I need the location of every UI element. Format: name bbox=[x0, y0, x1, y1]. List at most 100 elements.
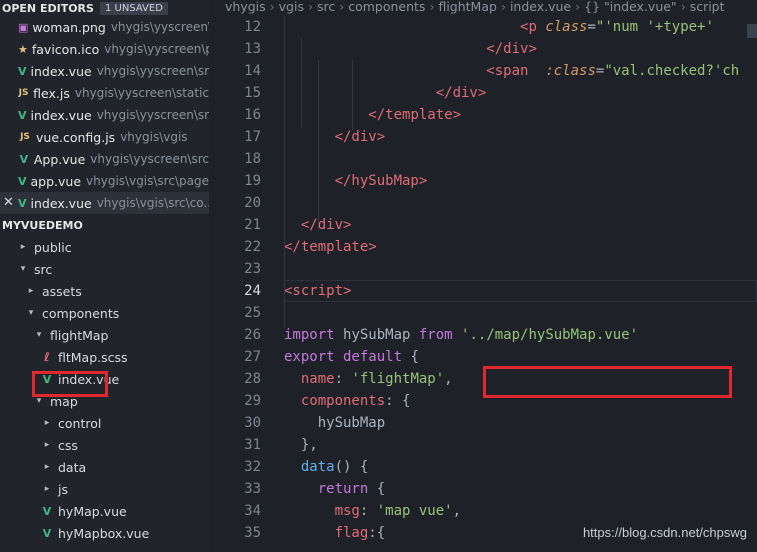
code-token: () { bbox=[334, 459, 369, 475]
code-line[interactable] bbox=[284, 258, 757, 280]
project-header[interactable]: MYVUEDEMO bbox=[0, 214, 209, 236]
line-number: 35 bbox=[244, 525, 261, 541]
tree-file[interactable]: ℓ fltMap.scss bbox=[0, 346, 209, 368]
line-number: 28 bbox=[244, 371, 261, 387]
line-number: 27 bbox=[244, 349, 261, 365]
open-editor-item[interactable]: ▣woman.png vhygis\yyscreen\... bbox=[0, 16, 209, 38]
vue-icon: V bbox=[18, 174, 27, 188]
open-editor-item[interactable]: Vindex.vue vhygis\yyscreen\src... bbox=[0, 60, 209, 82]
breadcrumb-item[interactable]: vhygis bbox=[225, 0, 266, 14]
open-editor-item[interactable]: V App.vue vhygis\yyscreen\src bbox=[0, 148, 209, 170]
code-line[interactable]: </template> bbox=[284, 236, 757, 258]
code-token: :class bbox=[545, 63, 596, 79]
code-token: flag bbox=[334, 525, 369, 541]
code-line[interactable]: </hySubMap> bbox=[284, 170, 757, 192]
chevron-right-icon[interactable]: ▸ bbox=[26, 286, 36, 296]
code-token: data bbox=[300, 459, 335, 475]
chevron-right-icon[interactable]: ▸ bbox=[42, 440, 52, 450]
chevron-right-icon[interactable]: ▸ bbox=[18, 242, 28, 252]
chevron-down-icon[interactable]: ▾ bbox=[34, 330, 44, 340]
breadcrumb-item[interactable]: src bbox=[317, 0, 335, 14]
chevron-right-icon[interactable]: ▸ bbox=[42, 484, 52, 494]
code-area[interactable]: <p class="'num '+type+' </div> <span :cl… bbox=[284, 16, 757, 544]
code-line[interactable]: <p class="'num '+type+' bbox=[284, 16, 757, 38]
code-line[interactable]: import hySubMap from '../map/hySubMap.vu… bbox=[284, 324, 757, 346]
code-line[interactable]: export default { bbox=[284, 346, 757, 368]
code-line[interactable]: msg: 'map vue', bbox=[284, 500, 757, 522]
open-editor-item[interactable]: ✕ Vindex.vue vhygis\vgis\src\co... bbox=[0, 192, 209, 214]
tree-folder[interactable]: ▸ control bbox=[0, 412, 209, 434]
breadcrumb-separator: › bbox=[680, 0, 686, 14]
code-line[interactable]: </div> bbox=[284, 38, 757, 60]
code-line[interactable]: </template> bbox=[284, 104, 757, 126]
code-line[interactable]: data() { bbox=[284, 456, 757, 478]
code-line[interactable] bbox=[284, 192, 757, 214]
tree-folder[interactable]: ▾ map bbox=[0, 390, 209, 412]
code-editor[interactable]: vhygis › vgis › src › components › flightMap › ind… bbox=[209, 0, 757, 552]
code-line[interactable]: <span :class="val.checked?'ch bbox=[284, 60, 757, 82]
open-editors-list: ▣woman.png vhygis\yyscreen\... ★favicon.ic… bbox=[0, 16, 209, 214]
chevron-right-icon[interactable]: ▸ bbox=[42, 462, 52, 472]
vue-icon: V bbox=[18, 64, 27, 78]
code-line[interactable]: <script> bbox=[284, 280, 757, 302]
breadcrumb-item[interactable]: flightMap bbox=[438, 0, 496, 14]
tree-folder[interactable]: ▸ assets bbox=[0, 280, 209, 302]
tree-item-label: assets bbox=[42, 283, 82, 299]
tree-folder[interactable]: ▾ components bbox=[0, 302, 209, 324]
chevron-down-icon[interactable]: ▾ bbox=[18, 264, 28, 274]
scrollbar-marker[interactable] bbox=[747, 24, 757, 38]
code-line[interactable] bbox=[284, 148, 757, 170]
open-editors-header[interactable]: OPEN EDITORS 1 UNSAVED bbox=[0, 0, 209, 16]
chevron-down-icon[interactable]: ▾ bbox=[26, 308, 36, 318]
tree-folder[interactable]: ▾ flightMap bbox=[0, 324, 209, 346]
breadcrumb-item[interactable]: script bbox=[690, 0, 725, 14]
open-editor-filename: flex.js bbox=[33, 85, 70, 101]
breadcrumb: vhygis › vgis › src › components › flightMap › ind… bbox=[209, 0, 757, 16]
line-number: 15 bbox=[244, 85, 261, 101]
code-token: components bbox=[300, 393, 386, 409]
close-icon[interactable]: ✕ bbox=[3, 195, 14, 210]
tree-folder[interactable]: ▸ data bbox=[0, 456, 209, 478]
tree-file[interactable]: VhyMapbox.vue bbox=[0, 522, 209, 544]
open-editor-item[interactable]: Vapp.vue vhygis\vgis\src\page... bbox=[0, 170, 209, 192]
tree-folder[interactable]: ▸ js bbox=[0, 478, 209, 500]
line-number: 18 bbox=[244, 151, 261, 167]
code-line[interactable]: </div> bbox=[284, 82, 757, 104]
code-token: </div> bbox=[334, 129, 386, 145]
tree-item-label: control bbox=[58, 415, 102, 431]
line-number: 33 bbox=[244, 481, 261, 497]
tree-folder[interactable]: ▸ public bbox=[0, 236, 209, 258]
tree-file[interactable]: Vindex.vue bbox=[0, 368, 209, 390]
code-line[interactable]: </div> bbox=[284, 214, 757, 236]
open-editor-item[interactable]: JS flex.js vhygis\yyscreen\static bbox=[0, 82, 209, 104]
code-line[interactable]: name: 'flightMap', bbox=[284, 368, 757, 390]
code-line[interactable]: </div> bbox=[284, 126, 757, 148]
code-line[interactable]: return { bbox=[284, 478, 757, 500]
line-number: 14 bbox=[244, 63, 261, 79]
breadcrumb-item[interactable]: vgis bbox=[279, 0, 304, 14]
breadcrumb-item[interactable]: {} "index.vue" bbox=[584, 0, 677, 14]
code-token: = bbox=[587, 19, 596, 35]
vue-icon: V bbox=[18, 196, 27, 210]
code-line[interactable]: }, bbox=[284, 434, 757, 456]
breadcrumb-item[interactable]: index.vue bbox=[510, 0, 571, 14]
open-editor-filename: App.vue bbox=[33, 151, 86, 167]
open-editor-item[interactable]: JS vue.config.js vhygis\vgis bbox=[0, 126, 209, 148]
code-token: class bbox=[545, 19, 588, 35]
tree-file[interactable]: VhyMap.vue bbox=[0, 500, 209, 522]
open-editor-item[interactable]: ★favicon.ico vhygis\yyscreen\p... bbox=[0, 38, 209, 60]
open-editor-item[interactable]: Vindex.vue vhygis\yyscreen\src... bbox=[0, 104, 209, 126]
chevron-right-icon[interactable]: ▸ bbox=[42, 418, 52, 428]
tree-item-label: index.vue bbox=[58, 371, 120, 387]
code-token: </div> bbox=[435, 85, 487, 101]
code-line[interactable] bbox=[284, 302, 757, 324]
tree-item-label: data bbox=[58, 459, 87, 475]
code-line[interactable]: hySubMap bbox=[284, 412, 757, 434]
tree-folder[interactable]: ▾ src bbox=[0, 258, 209, 280]
chevron-down-icon[interactable]: ▾ bbox=[34, 396, 44, 406]
breadcrumb-item[interactable]: components bbox=[348, 0, 425, 14]
code-token: </hySubMap> bbox=[334, 173, 428, 189]
code-line[interactable]: components: { bbox=[284, 390, 757, 412]
line-number: 25 bbox=[244, 305, 261, 321]
tree-folder[interactable]: ▸ css bbox=[0, 434, 209, 456]
